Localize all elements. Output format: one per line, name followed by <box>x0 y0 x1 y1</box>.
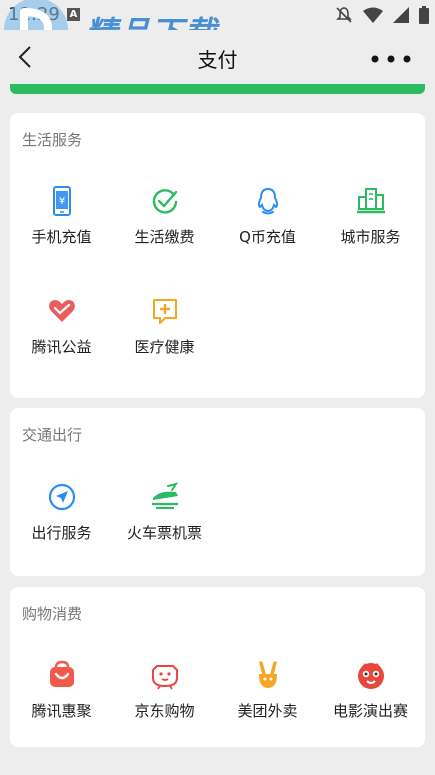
bottom-area <box>0 757 435 775</box>
section-title: 购物消费 <box>22 605 83 623</box>
train-ticket-icon <box>151 482 178 509</box>
grid-item-medical-health[interactable]: 医疗健康 <box>113 296 216 376</box>
signal-icon <box>393 7 409 23</box>
wallet-card-bottom <box>10 84 425 94</box>
grid-item-city-service[interactable]: 城市服务 <box>319 186 422 266</box>
movie-show-icon <box>357 663 384 689</box>
section-shopping: 购物消费 腾讯惠聚 京东购物 美团外卖 电影演出赛 <box>10 587 425 747</box>
grid-item-label: 美团外卖 <box>237 702 298 720</box>
status-time: 11:29 <box>8 4 60 25</box>
section-transport: 交通出行 出行服务 火车票机票 <box>10 408 425 576</box>
city-service-icon <box>356 188 385 214</box>
status-bar: 11:29 A <box>0 0 435 30</box>
grid-item-label: 火车票机票 <box>126 524 202 542</box>
grid-item-label: 腾讯公益 <box>31 338 92 356</box>
qq-coin-icon <box>257 187 278 215</box>
meituan-takeout-icon <box>258 661 277 688</box>
grid-item-label: 腾讯惠聚 <box>31 702 92 720</box>
grid-item-jd-shopping[interactable]: 京东购物 <box>113 660 216 740</box>
grid-item-life-payment[interactable]: 生活缴费 <box>113 186 216 266</box>
battery-icon <box>419 6 429 24</box>
nav-bar: 支付 <box>0 30 435 84</box>
grid-item-qq-coin[interactable]: Q币充值 <box>216 186 319 266</box>
grid-item-label: 城市服务 <box>340 228 401 246</box>
mute-icon <box>336 7 352 23</box>
travel-service-icon <box>48 483 75 511</box>
grid-item-travel-service[interactable]: 出行服务 <box>10 482 113 562</box>
mobile-recharge-icon: ¥ <box>52 186 71 216</box>
grid-item-mobile-recharge[interactable]: ¥ 手机充值 <box>10 186 113 266</box>
notification-a-icon: A <box>67 8 80 21</box>
grid-item-meituan-takeout[interactable]: 美团外卖 <box>216 660 319 740</box>
grid-item-label: 出行服务 <box>31 524 92 542</box>
more-button[interactable] <box>369 48 413 70</box>
tencent-charity-icon <box>48 300 75 322</box>
jd-shopping-icon <box>151 665 178 690</box>
grid-item-label: 手机充值 <box>31 228 92 246</box>
more-dots-icon <box>371 55 411 63</box>
life-payment-icon <box>152 189 177 214</box>
section-life-services: 生活服务 ¥ 手机充值 生活缴费 Q币充值 城市服务 腾讯公益 医疗健康 <box>10 113 425 398</box>
grid-item-label: Q币充值 <box>239 228 296 246</box>
section-title: 生活服务 <box>22 131 83 149</box>
grid-item-tencent-charity[interactable]: 腾讯公益 <box>10 296 113 376</box>
medical-health-icon <box>152 299 177 324</box>
wifi-icon <box>363 7 383 23</box>
grid-item-label: 京东购物 <box>134 702 195 720</box>
grid-item-label: 医疗健康 <box>134 338 195 356</box>
tencent-huiju-icon <box>49 660 74 687</box>
status-icons <box>335 6 429 24</box>
grid-item-label: 生活缴费 <box>134 228 195 246</box>
grid-item-tencent-huiju[interactable]: 腾讯惠聚 <box>10 660 113 740</box>
grid-item-movie-show[interactable]: 电影演出赛 <box>319 660 422 740</box>
grid-item-label: 电影演出赛 <box>332 702 408 720</box>
grid-item-train-ticket[interactable]: 火车票机票 <box>113 482 216 562</box>
section-title: 交通出行 <box>22 426 83 444</box>
svg-text:¥: ¥ <box>58 196 64 207</box>
